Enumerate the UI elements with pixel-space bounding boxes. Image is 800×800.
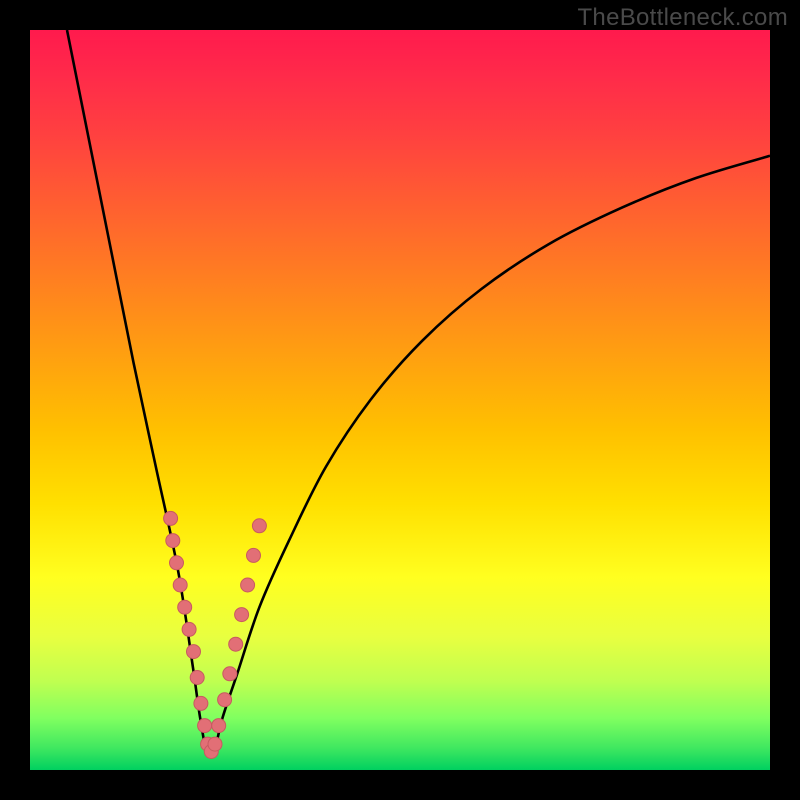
data-point: [247, 548, 261, 562]
data-point: [208, 737, 222, 751]
bottleneck-curve-path: [67, 30, 770, 757]
data-point: [252, 519, 266, 533]
watermark-text: TheBottleneck.com: [577, 4, 788, 32]
curve-svg: [30, 30, 770, 770]
data-point: [166, 534, 180, 548]
data-point: [164, 511, 178, 525]
chart-frame: TheBottleneck.com: [0, 0, 800, 800]
data-point: [173, 578, 187, 592]
data-point: [229, 637, 243, 651]
data-point: [194, 696, 208, 710]
data-point: [241, 578, 255, 592]
data-point: [182, 622, 196, 636]
data-point: [187, 645, 201, 659]
data-point: [170, 556, 184, 570]
data-point: [218, 693, 232, 707]
plot-area: [30, 30, 770, 770]
data-point: [178, 600, 192, 614]
data-point: [223, 667, 237, 681]
data-point: [235, 608, 249, 622]
data-point: [190, 671, 204, 685]
data-point: [212, 719, 226, 733]
data-point: [198, 719, 212, 733]
